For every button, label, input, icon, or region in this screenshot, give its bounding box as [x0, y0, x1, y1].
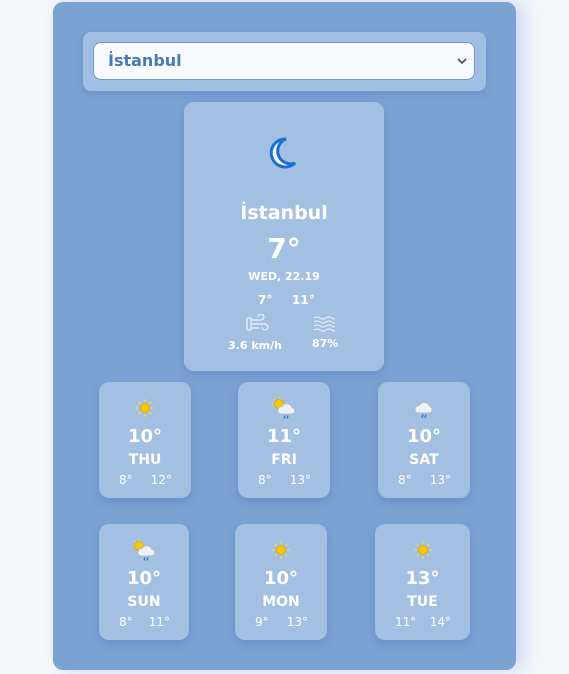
forecast-day: TUE: [407, 594, 438, 610]
forecast-card-tue: 13° TUE 11° 14°: [375, 524, 470, 640]
forecast-temp: 10°: [406, 426, 442, 447]
forecast-max: 13°: [429, 473, 451, 487]
forecast-max: 13°: [286, 615, 308, 629]
forecast-card-mon: 10° MON 9° 13°: [235, 524, 327, 640]
forecast-day: SAT: [409, 452, 439, 468]
city-selector-wrapper: İstanbul: [83, 32, 486, 91]
forecast-card-fri: 11° FRI 8° 13°: [238, 382, 330, 498]
humidity-icon: [313, 316, 335, 332]
forecast-card-sun: 10° SUN 8° 11°: [99, 524, 189, 640]
forecast-max: 14°: [429, 615, 451, 629]
forecast-max: 12°: [150, 473, 172, 487]
moon-icon: [269, 137, 297, 169]
forecast-day: THU: [128, 452, 162, 468]
current-city-name: İstanbul: [240, 202, 328, 224]
forecast-min: 8°: [258, 473, 272, 487]
forecast-min: 11°: [395, 615, 417, 629]
current-min-temp: 7°: [258, 293, 273, 307]
chevron-down-icon: [457, 58, 467, 65]
humidity-value: 87%: [312, 337, 339, 350]
forecast-temp: 10°: [126, 568, 162, 589]
forecast-day: SUN: [127, 594, 161, 610]
sun-icon: [272, 541, 290, 559]
forecast-day: FRI: [271, 452, 297, 468]
cloud-rain-icon: [414, 401, 433, 418]
sun-icon: [136, 399, 154, 417]
city-select[interactable]: İstanbul: [93, 42, 475, 80]
sun-cloud-rain-icon: [132, 539, 156, 561]
current-temperature: 7°: [267, 232, 301, 265]
wind-icon: [246, 314, 269, 331]
current-max-temp: 11°: [292, 293, 315, 307]
forecast-min: 9°: [255, 615, 269, 629]
forecast-min: 8°: [398, 473, 412, 487]
forecast-max: 13°: [289, 473, 311, 487]
forecast-temp: 10°: [263, 568, 299, 589]
forecast-min: 8°: [119, 473, 133, 487]
forecast-min: 8°: [119, 615, 133, 629]
city-select-value: İstanbul: [108, 51, 182, 70]
sun-icon: [413, 541, 432, 559]
sun-cloud-rain-icon: [272, 397, 296, 419]
forecast-max: 11°: [148, 615, 170, 629]
forecast-temp: 11°: [266, 426, 302, 447]
current-weather-card: İstanbul 7° WED, 22.19 7° 11° 3.6 km/h 8…: [184, 102, 384, 371]
forecast-card-thu: 10° THU 8° 12°: [99, 382, 191, 498]
forecast-card-sat: 10° SAT 8° 13°: [378, 382, 470, 498]
weather-app: İstanbul İstanbul 7° WED, 22.19 7° 11° 3…: [53, 2, 516, 670]
forecast-day: MON: [262, 594, 300, 610]
forecast-temp: 10°: [127, 426, 163, 447]
current-date: WED, 22.19: [248, 270, 320, 283]
forecast-temp: 13°: [405, 568, 440, 589]
wind-speed-value: 3.6 km/h: [228, 339, 282, 352]
